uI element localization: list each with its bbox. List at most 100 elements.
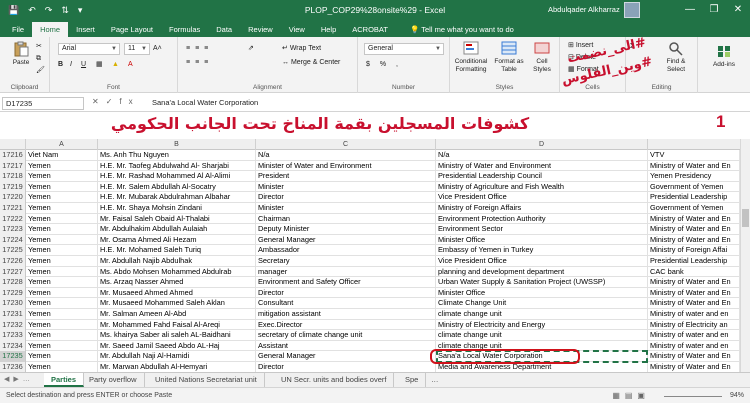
cell-country[interactable]: Yemen: [26, 330, 98, 341]
cell-country[interactable]: Yemen: [26, 256, 98, 267]
tab-help[interactable]: Help: [313, 22, 344, 37]
sort-icon[interactable]: ⇅: [61, 5, 69, 16]
cell-name[interactable]: Mr. Abdullah Naji Al-Hamidi: [98, 351, 256, 362]
row-number[interactable]: 17222: [0, 213, 26, 225]
cell-organization[interactable]: Yemen Presidency: [648, 171, 740, 182]
cell-title[interactable]: General Manager: [256, 351, 436, 362]
cell-name[interactable]: Mr. Abdullah Najib Abdulhak: [98, 256, 256, 267]
font-size-combo[interactable]: 11 ▼: [124, 43, 150, 55]
cell-department[interactable]: Urban Water Supply & Sanitation Project …: [436, 277, 648, 288]
cell-title[interactable]: President: [256, 171, 436, 182]
cell-organization[interactable]: Ministry of Water and En: [648, 277, 740, 288]
row-number[interactable]: 17230: [0, 298, 26, 309]
cell-name[interactable]: Ms. Abdo Mohsen Mohammed Abdulrab: [98, 266, 256, 278]
sheet-tab-un-secretariat-unit[interactable]: United Nations Secretariat unit: [148, 373, 265, 387]
cell-name[interactable]: Mr. Marwan Abdullah Al-Hemyari: [98, 362, 256, 372]
redo-icon[interactable]: ↷: [45, 5, 53, 16]
row-number[interactable]: 17221: [0, 203, 26, 214]
sheet-tab-parties[interactable]: Parties: [44, 373, 85, 387]
cell-department[interactable]: climate change unit: [436, 330, 648, 341]
cell-department[interactable]: Ministry of Agriculture and Fish Wealth: [436, 181, 648, 193]
tab-acrobat[interactable]: ACROBAT: [344, 22, 396, 37]
merge-center-button[interactable]: ↔ Merge & Center: [282, 57, 340, 68]
tab-file[interactable]: File: [4, 22, 32, 37]
cell-name[interactable]: Mr. Musaeed Ahmed Ahmed: [98, 287, 256, 299]
sheet-more-icon[interactable]: …: [424, 373, 446, 387]
cell-title[interactable]: manager: [256, 266, 436, 278]
tab-insert[interactable]: Insert: [68, 22, 103, 37]
number-format-combo[interactable]: General ▼: [364, 43, 444, 55]
cell-country[interactable]: Yemen: [26, 203, 98, 214]
cell-title[interactable]: Deputy Minister: [256, 224, 436, 235]
zoom-level[interactable]: 94%: [730, 392, 744, 399]
row-number[interactable]: 17216: [0, 150, 26, 161]
paste-button[interactable]: Paste: [6, 41, 36, 67]
align-top-icon[interactable]: ≡≡≡: [186, 43, 213, 54]
cancel-icon[interactable]: ✕: [92, 97, 106, 106]
cell-name[interactable]: H.E. Mr. Shaya Mohsin Zindani: [98, 203, 256, 214]
bold-icon[interactable]: B: [58, 59, 63, 70]
tab-review[interactable]: Review: [240, 22, 281, 37]
row-number[interactable]: 17218: [0, 171, 26, 182]
font-name-combo[interactable]: Arial ▼: [58, 43, 120, 55]
cell-organization[interactable]: CAC bank: [648, 266, 740, 278]
wrap-text-button[interactable]: ↵ Wrap Text: [282, 43, 321, 54]
zoom-slider[interactable]: [664, 396, 722, 397]
cell-name[interactable]: H.E. Mr. Taofeg Abdulwahd Al- Sharjabi: [98, 160, 256, 172]
cell-name[interactable]: Mr. Abdulhakim Abdullah Aulaiah: [98, 224, 256, 235]
cell-department[interactable]: N/a: [436, 150, 648, 161]
cell-title[interactable]: Minister: [256, 203, 436, 214]
cell-title[interactable]: Exec.Director: [256, 319, 436, 331]
row-number[interactable]: 17232: [0, 319, 26, 331]
row-number[interactable]: 17235: [0, 351, 26, 362]
vertical-scrollbar[interactable]: [740, 139, 750, 372]
tab-home[interactable]: Home: [32, 22, 69, 37]
row-number[interactable]: 17220: [0, 192, 26, 203]
cell-organization[interactable]: Ministry of Foreign Affai: [648, 245, 740, 256]
cell-department[interactable]: Environment Protection Authority: [436, 213, 648, 225]
undo-icon[interactable]: ↶: [28, 5, 36, 16]
tab-data[interactable]: Data: [208, 22, 240, 37]
cell-country[interactable]: Viet Nam: [26, 150, 98, 161]
cell-title[interactable]: Director: [256, 362, 436, 372]
tab-view[interactable]: View: [281, 22, 313, 37]
name-box[interactable]: D17235: [2, 97, 84, 110]
row-number[interactable]: 17233: [0, 330, 26, 341]
row-number[interactable]: 17224: [0, 234, 26, 246]
cell-name[interactable]: Mr. Saeed Jamil Saeed Abdo AL-Haj: [98, 340, 256, 352]
cell-country[interactable]: Yemen: [26, 340, 98, 352]
row-number[interactable]: 17228: [0, 277, 26, 288]
cell-country[interactable]: Yemen: [26, 245, 98, 256]
font-color-icon[interactable]: A: [128, 59, 133, 70]
cell-name[interactable]: Mr. Osama Ahmed Ali Hezam: [98, 234, 256, 246]
cell-organization[interactable]: Ministry of Electricity an: [648, 319, 740, 331]
cell-country[interactable]: Yemen: [26, 362, 98, 372]
cell-country[interactable]: Yemen: [26, 234, 98, 246]
row-number[interactable]: 17234: [0, 340, 26, 352]
tab-page-layout[interactable]: Page Layout: [103, 22, 161, 37]
cell-organization[interactable]: Presidential Leadership: [648, 192, 740, 203]
tell-me-search[interactable]: 💡 Tell me what you want to do: [410, 22, 514, 37]
cell-organization[interactable]: Ministry of Water and En: [648, 362, 740, 372]
sheet-nav-arrows[interactable]: ◀▶…: [4, 375, 34, 383]
cell-styles-button[interactable]: Cell Styles: [528, 40, 556, 74]
format-as-table-button[interactable]: Format as Table: [492, 40, 526, 74]
cell-country[interactable]: Yemen: [26, 277, 98, 288]
cell-country[interactable]: Yemen: [26, 181, 98, 193]
minimize-icon[interactable]: —: [678, 0, 702, 20]
restore-icon[interactable]: ❐: [702, 0, 726, 20]
conditional-formatting-button[interactable]: Conditional Formatting: [452, 40, 490, 74]
cell-country[interactable]: Yemen: [26, 298, 98, 309]
sheet-tab-spe[interactable]: Spe: [398, 373, 427, 387]
cell-country[interactable]: Yemen: [26, 160, 98, 172]
cell-title[interactable]: Ambassador: [256, 245, 436, 256]
fill-color-icon[interactable]: ▲: [112, 59, 119, 70]
cell-country[interactable]: Yemen: [26, 309, 98, 320]
row-number[interactable]: 17225: [0, 245, 26, 256]
filter-icon[interactable]: ▾: [78, 5, 83, 16]
cell-title[interactable]: Secretary: [256, 256, 436, 267]
cell-name[interactable]: Ms. Arzaq Nasser Ahmed: [98, 277, 256, 288]
cell-department[interactable]: Minister Office: [436, 234, 648, 246]
cell-title[interactable]: N/a: [256, 150, 436, 161]
function-icon[interactable]: fx: [119, 97, 139, 106]
